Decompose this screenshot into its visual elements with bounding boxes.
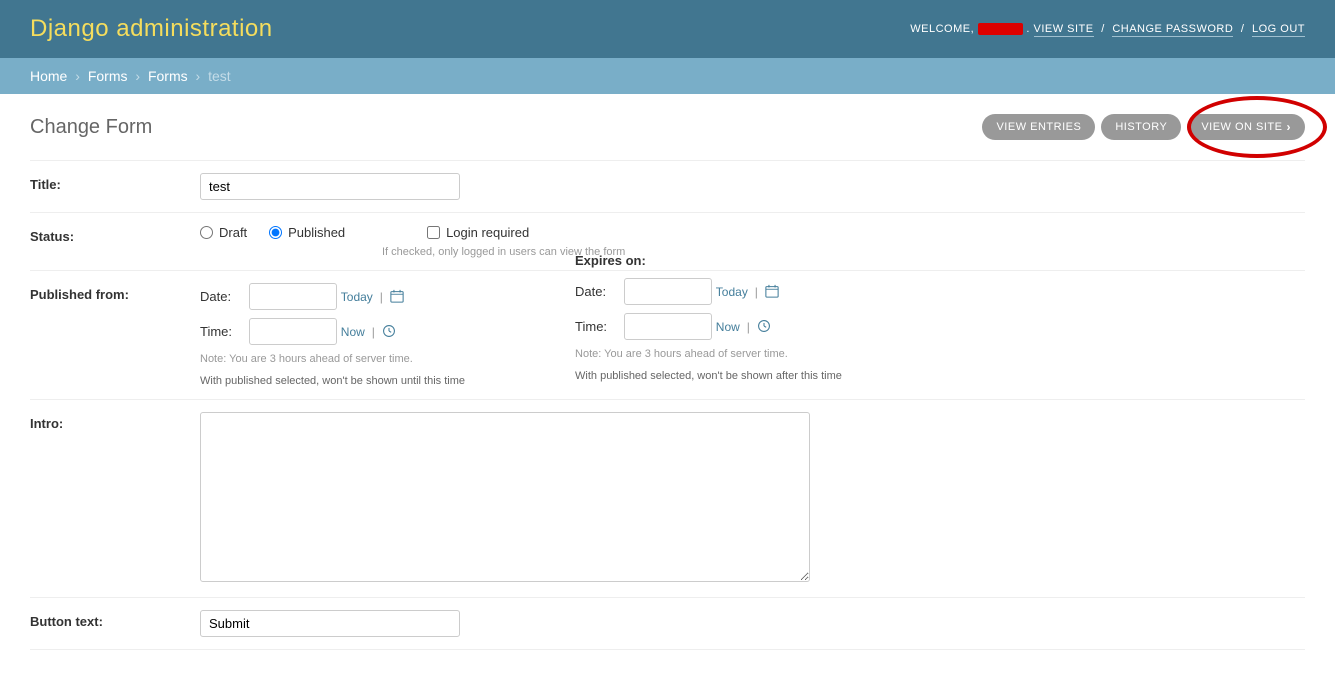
- title-label: Title:: [30, 173, 200, 192]
- breadcrumb-sep: ›: [135, 68, 140, 84]
- status-label: Status:: [30, 225, 200, 244]
- expires-date-input[interactable]: [624, 278, 712, 305]
- change-password-link[interactable]: CHANGE PASSWORD: [1112, 23, 1233, 37]
- breadcrumb-forms-model[interactable]: Forms: [148, 68, 188, 84]
- breadcrumb-home[interactable]: Home: [30, 68, 67, 84]
- clock-icon[interactable]: [382, 324, 396, 341]
- view-on-site-button[interactable]: View on site ›: [1187, 114, 1305, 140]
- object-tools: View Entries History View on site ›: [982, 114, 1305, 140]
- breadcrumb-current: test: [208, 68, 231, 84]
- intro-label: Intro:: [30, 412, 200, 431]
- form-module: Title: Status: Draft Published Login req: [30, 160, 1305, 650]
- breadcrumb: Home › Forms › Forms › test: [0, 58, 1335, 94]
- time-label: Time:: [575, 319, 620, 334]
- view-entries-button[interactable]: View Entries: [982, 114, 1095, 140]
- time-label: Time:: [200, 324, 245, 339]
- clock-icon[interactable]: [757, 319, 771, 336]
- published-from-label: Published from:: [30, 283, 200, 302]
- button-text-input[interactable]: [200, 610, 460, 637]
- login-required-option[interactable]: Login required: [427, 225, 529, 240]
- published-from-desc: With published selected, won't be shown …: [200, 375, 465, 387]
- calendar-icon[interactable]: [765, 284, 779, 301]
- intro-row: Intro:: [30, 400, 1305, 598]
- page-title: Change Form: [30, 116, 152, 139]
- welcome-label: WELCOME,: [910, 23, 974, 35]
- history-button[interactable]: History: [1101, 114, 1181, 140]
- user-tools: WELCOME, . VIEW SITE / CHANGE PASSWORD /…: [910, 23, 1305, 35]
- date-label: Date:: [575, 284, 620, 299]
- status-published-option[interactable]: Published: [269, 225, 345, 240]
- now-link[interactable]: Now: [716, 320, 740, 334]
- expires-on-col: Expires on: Date: Today | Time:: [575, 283, 842, 387]
- published-from-time-input[interactable]: [249, 318, 337, 345]
- expires-desc: With published selected, won't be shown …: [575, 370, 842, 382]
- button-text-row: Button text:: [30, 598, 1305, 650]
- button-text-label: Button text:: [30, 610, 200, 629]
- published-from-col: Date: Today | Time: Now |: [200, 283, 465, 387]
- branding-title: Django administration: [30, 15, 273, 43]
- login-required-label: Login required: [446, 225, 529, 240]
- content-header: Change Form View Entries History View on…: [30, 114, 1305, 140]
- chevron-right-icon: ›: [1287, 120, 1292, 134]
- expires-time-input[interactable]: [624, 313, 712, 340]
- calendar-icon[interactable]: [390, 289, 404, 306]
- breadcrumb-forms-app[interactable]: Forms: [88, 68, 128, 84]
- separator: /: [1101, 23, 1105, 35]
- intro-textarea[interactable]: [200, 412, 810, 582]
- now-link[interactable]: Now: [341, 325, 365, 339]
- today-link[interactable]: Today: [341, 290, 373, 304]
- view-site-link[interactable]: VIEW SITE: [1034, 23, 1094, 37]
- date-label: Date:: [200, 289, 245, 304]
- username-redacted: [978, 23, 1023, 35]
- logout-link[interactable]: LOG OUT: [1252, 23, 1305, 37]
- datetime-row: Published from: Date: Today |: [30, 271, 1305, 400]
- login-required-checkbox[interactable]: [427, 226, 440, 239]
- status-published-label: Published: [288, 225, 345, 240]
- published-from-date-input[interactable]: [249, 283, 337, 310]
- status-draft-radio[interactable]: [200, 226, 213, 239]
- status-draft-option[interactable]: Draft: [200, 225, 247, 240]
- view-on-site-label: View on site: [1201, 121, 1282, 133]
- status-published-radio[interactable]: [269, 226, 282, 239]
- expires-on-label: Expires on:: [575, 253, 842, 268]
- title-input[interactable]: [200, 173, 460, 200]
- tz-note: Note: You are 3 hours ahead of server ti…: [575, 348, 842, 360]
- tz-note: Note: You are 3 hours ahead of server ti…: [200, 353, 465, 365]
- header: Django administration WELCOME, . VIEW SI…: [0, 0, 1335, 58]
- title-row: Title:: [30, 161, 1305, 213]
- content: Change Form View Entries History View on…: [0, 94, 1335, 670]
- login-required-help: If checked, only logged in users can vie…: [382, 246, 1305, 258]
- status-draft-label: Draft: [219, 225, 247, 240]
- today-link[interactable]: Today: [716, 285, 748, 299]
- breadcrumb-sep: ›: [75, 68, 80, 84]
- breadcrumb-sep: ›: [196, 68, 201, 84]
- separator: /: [1241, 23, 1245, 35]
